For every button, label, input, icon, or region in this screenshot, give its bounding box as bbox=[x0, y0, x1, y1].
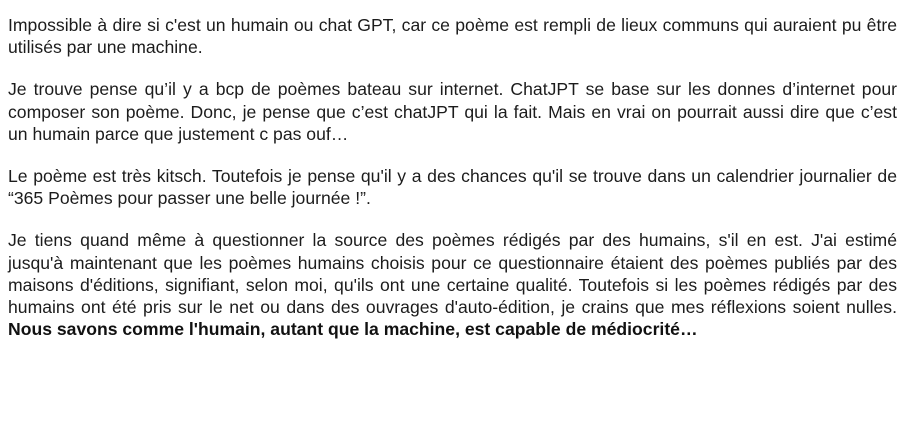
response-paragraph-4: Je tiens quand même à questionner la sou… bbox=[8, 229, 897, 340]
response-paragraph-2: Je trouve pense qu’il y a bcp de poèmes … bbox=[8, 78, 897, 145]
response-paragraph-1: Impossible à dire si c'est un humain ou … bbox=[8, 14, 897, 58]
response-text: Le poème est très kitsch. Toutefois je p… bbox=[8, 166, 897, 209]
response-bold-conclusion: Nous savons comme l'humain, autant que l… bbox=[8, 319, 698, 340]
response-text: Je trouve pense qu’il y a bcp de poèmes … bbox=[8, 79, 897, 144]
response-text: Je tiens quand même à questionner la sou… bbox=[8, 230, 897, 318]
response-paragraph-3: Le poème est très kitsch. Toutefois je p… bbox=[8, 165, 897, 209]
document-body: Impossible à dire si c'est un humain ou … bbox=[8, 14, 897, 340]
response-text: Impossible à dire si c'est un humain ou … bbox=[8, 15, 897, 58]
